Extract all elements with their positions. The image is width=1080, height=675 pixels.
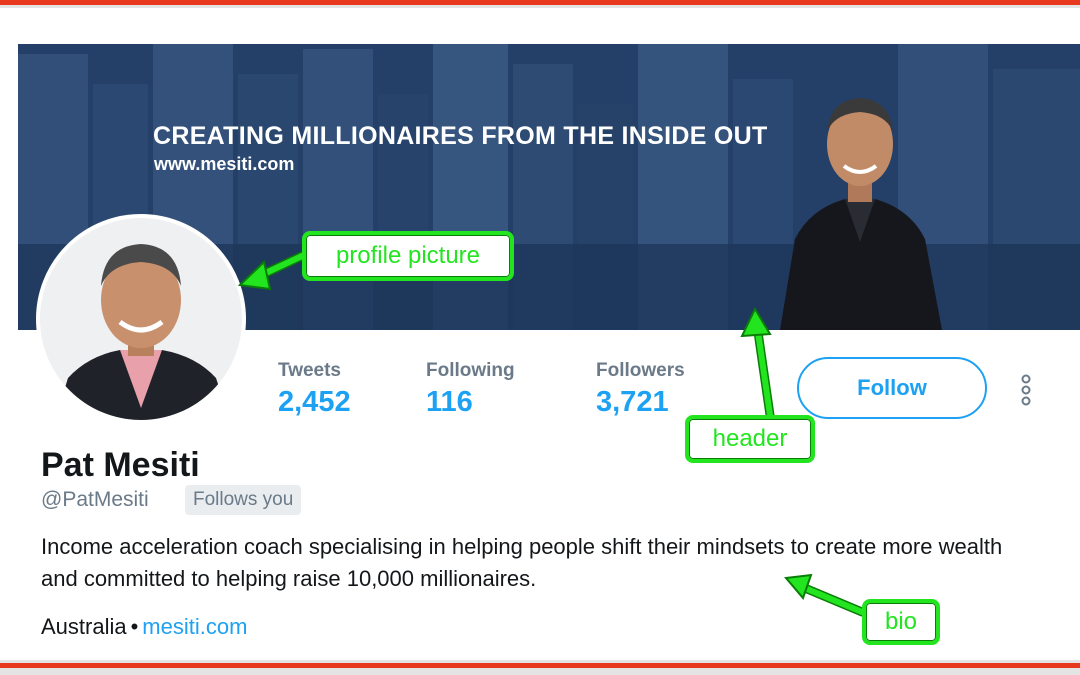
meta-separator: • xyxy=(130,614,139,639)
stat-following[interactable]: Following 116 xyxy=(426,360,515,419)
profile-name: Pat Mesiti xyxy=(41,446,200,484)
bottom-frame-line xyxy=(0,663,1080,668)
profile-picture[interactable] xyxy=(36,214,246,424)
stat-label: Following xyxy=(426,360,515,381)
top-frame-line xyxy=(0,0,1080,5)
annotation-profile-picture: profile picture xyxy=(302,231,514,281)
profile-bio: Income acceleration coach specialising i… xyxy=(41,534,1003,591)
stat-label: Followers xyxy=(596,360,685,381)
profile-location: Australia xyxy=(41,614,127,639)
follows-you-badge: Follows you xyxy=(185,485,302,515)
stat-value: 3,721 xyxy=(596,386,669,418)
annotation-header: header xyxy=(685,415,815,463)
stat-value: 116 xyxy=(426,386,473,418)
header-url: www.mesiti.com xyxy=(154,154,295,174)
stat-value: 2,452 xyxy=(278,386,351,418)
stat-tweets[interactable]: Tweets 2,452 xyxy=(278,360,351,419)
profile-website-link[interactable]: mesiti.com xyxy=(142,614,247,639)
header-tagline: CREATING MILLIONAIRES FROM THE INSIDE OU… xyxy=(153,122,768,150)
header-person-photo xyxy=(780,98,942,330)
avatar-photo xyxy=(40,218,242,420)
follow-button[interactable]: Follow xyxy=(797,357,987,419)
annotation-bio: bio xyxy=(862,599,940,645)
stat-label: Tweets xyxy=(278,360,342,381)
more-vertical-icon[interactable] xyxy=(1019,374,1033,406)
profile-meta-row: Australia • mesiti.com xyxy=(41,614,247,640)
profile-handle: @PatMesiti xyxy=(41,488,149,511)
stat-followers[interactable]: Followers 3,721 xyxy=(596,360,685,419)
